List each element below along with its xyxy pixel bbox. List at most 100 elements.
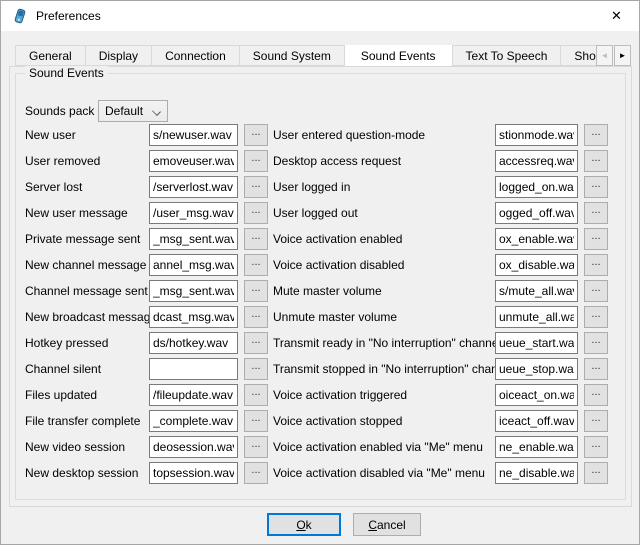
sound-file-input[interactable] [495,124,578,146]
sound-file-input[interactable] [495,306,578,328]
browse-button[interactable]: ... [584,280,608,302]
sound-file-input[interactable] [149,358,238,380]
sound-file-input[interactable] [495,280,578,302]
tab-label: Connection [165,49,226,63]
browse-button[interactable]: ... [244,254,268,276]
sound-file-input[interactable] [149,332,238,354]
sound-event-row: User removed ... [25,150,268,172]
tab-label: Text To Speech [466,49,548,63]
right-column: User entered question-mode ... Desktop a… [273,124,608,484]
sound-file-input[interactable] [149,384,238,406]
close-button[interactable]: ✕ [594,1,639,30]
tab-display[interactable]: Display [85,45,152,66]
browse-button[interactable]: ... [244,228,268,250]
browse-button[interactable]: ... [244,202,268,224]
sound-file-input[interactable] [149,280,238,302]
sound-file-input[interactable] [495,150,578,172]
sound-file-input[interactable] [149,202,238,224]
sound-event-label: New video session [25,440,149,454]
sound-event-row: Voice activation triggered ... [273,384,608,406]
sound-event-label: Hotkey pressed [25,336,149,350]
browse-button[interactable]: ... [584,358,608,380]
browse-button[interactable]: ... [244,358,268,380]
sound-event-label: Desktop access request [273,154,495,168]
sound-event-label: Voice activation stopped [273,414,495,428]
sound-event-row: Files updated ... [25,384,268,406]
sound-event-label: User entered question-mode [273,128,495,142]
tab-label: Shortcuts [574,49,597,63]
sound-file-input[interactable] [495,228,578,250]
browse-button[interactable]: ... [584,124,608,146]
sound-file-input[interactable] [495,202,578,224]
sound-file-input[interactable] [495,332,578,354]
sound-file-input[interactable] [149,436,238,458]
sounds-pack-label: Sounds pack [25,104,98,118]
sound-event-row: Desktop access request ... [273,150,608,172]
browse-button[interactable]: ... [244,124,268,146]
tab-shortcuts[interactable]: Shortcuts [560,45,597,66]
browse-button[interactable]: ... [584,228,608,250]
browse-button[interactable]: ... [584,436,608,458]
sound-event-row: Voice activation stopped ... [273,410,608,432]
sound-file-input[interactable] [149,462,238,484]
sound-event-row: Mute master volume ... [273,280,608,302]
sound-event-label: Channel silent [25,362,149,376]
browse-button[interactable]: ... [244,436,268,458]
tab-sound-system[interactable]: Sound System [239,45,345,66]
browse-button[interactable]: ... [244,384,268,406]
sound-file-input[interactable] [149,150,238,172]
ok-button[interactable]: Ok [267,513,341,536]
sound-file-input[interactable] [495,436,578,458]
tab-scroll-buttons: ◄ ► [595,45,631,66]
sound-file-input[interactable] [149,176,238,198]
sound-event-row: Voice activation enabled via "Me" menu .… [273,436,608,458]
sounds-pack-select[interactable]: Default [98,100,168,122]
sound-file-input[interactable] [495,358,578,380]
browse-button[interactable]: ... [584,410,608,432]
browse-button[interactable]: ... [244,150,268,172]
browse-button[interactable]: ... [244,176,268,198]
tab-label: Display [99,49,138,63]
browse-button[interactable]: ... [244,462,268,484]
sound-event-label: Transmit ready in "No interruption" chan… [273,336,495,350]
sound-file-input[interactable] [149,306,238,328]
browse-button[interactable]: ... [244,332,268,354]
browse-button[interactable]: ... [584,332,608,354]
browse-button[interactable]: ... [584,462,608,484]
sound-event-row: Private message sent ... [25,228,268,250]
sound-file-input[interactable] [495,176,578,198]
sound-file-input[interactable] [149,228,238,250]
browse-button[interactable]: ... [244,410,268,432]
browse-button[interactable]: ... [244,280,268,302]
sound-event-row: New user message ... [25,202,268,224]
sound-event-row: New user ... [25,124,268,146]
sound-event-label: Channel message sent [25,284,149,298]
tab-scroll-left-button[interactable]: ◄ [596,45,613,66]
browse-button[interactable]: ... [584,202,608,224]
browse-button[interactable]: ... [244,306,268,328]
sound-file-input[interactable] [149,410,238,432]
arrow-left-icon: ◄ [601,52,609,60]
browse-button[interactable]: ... [584,306,608,328]
sounds-pack-value: Default [105,104,143,118]
sound-event-row: Voice activation disabled ... [273,254,608,276]
cancel-button[interactable]: Cancel [353,513,421,536]
sound-file-input[interactable] [495,254,578,276]
sound-file-input[interactable] [495,462,578,484]
browse-button[interactable]: ... [584,254,608,276]
browse-button[interactable]: ... [584,176,608,198]
tab-sound-events[interactable]: Sound Events [344,45,453,66]
sound-event-label: New channel message [25,258,149,272]
tab-text-to-speech[interactable]: Text To Speech [452,45,562,66]
sound-file-input[interactable] [149,254,238,276]
browse-button[interactable]: ... [584,150,608,172]
left-column: New user ... User removed ... Server los… [25,124,268,484]
sound-event-row: Voice activation enabled ... [273,228,608,250]
sound-file-input[interactable] [495,410,578,432]
sound-file-input[interactable] [149,124,238,146]
sound-file-input[interactable] [495,384,578,406]
tab-connection[interactable]: Connection [151,45,240,66]
browse-button[interactable]: ... [584,384,608,406]
tab-general[interactable]: General [15,45,86,66]
tab-scroll-right-button[interactable]: ► [614,45,631,66]
